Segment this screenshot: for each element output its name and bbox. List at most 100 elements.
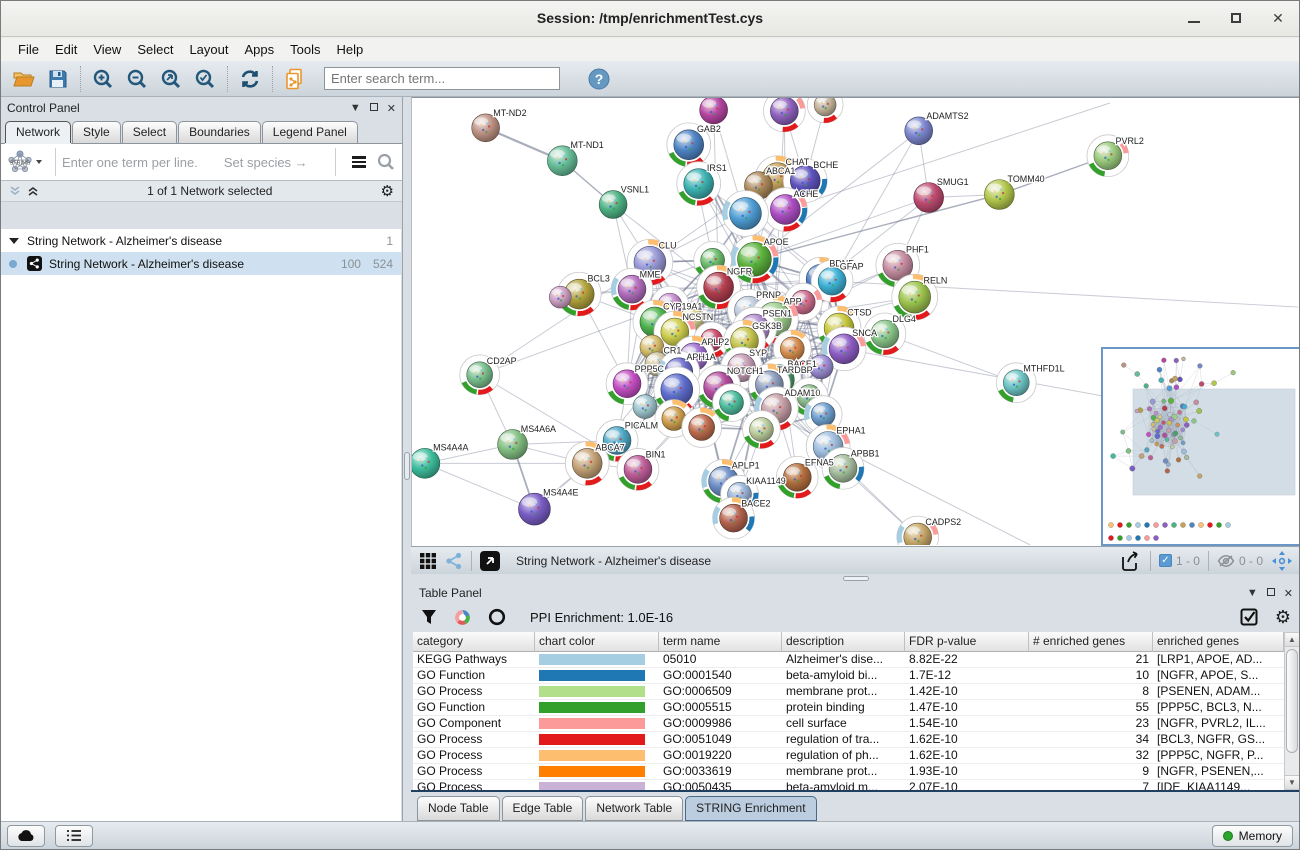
network-tree-row[interactable]: String Network - Alzheimer's disease1005… — [1, 252, 401, 275]
menu-layout[interactable]: Layout — [182, 40, 235, 59]
table-row[interactable]: GO ProcessGO:0051049regulation of tra...… — [413, 732, 1284, 748]
welcome-screen-button[interactable] — [7, 825, 45, 847]
network-tree-row[interactable]: String Network - Alzheimer's disease1 — [1, 229, 401, 252]
expand-all-icon[interactable] — [9, 185, 21, 197]
ring-chart-icon[interactable] — [488, 608, 506, 626]
column-header-description[interactable]: description — [782, 632, 905, 652]
network-node-adamts2[interactable] — [905, 117, 933, 145]
splitter-handle[interactable] — [404, 452, 410, 480]
menu-edit[interactable]: Edit — [48, 40, 84, 59]
tab-node-table[interactable]: Node Table — [417, 796, 500, 821]
float-panel-icon[interactable] — [370, 102, 378, 114]
panel-menu-icon[interactable]: ▼ — [350, 102, 361, 114]
network-node-smug1[interactable] — [914, 183, 944, 213]
scroll-thumb[interactable] — [1286, 649, 1298, 753]
string-options-icon[interactable] — [352, 156, 366, 168]
column-header-chart-color[interactable]: chart color — [535, 632, 659, 652]
select-rows-icon[interactable] — [1240, 608, 1259, 627]
table-row[interactable]: GO FunctionGO:0001540beta-amyloid bi...1… — [413, 668, 1284, 684]
memory-button[interactable]: Memory — [1212, 825, 1293, 847]
tab-boundaries[interactable]: Boundaries — [178, 121, 261, 143]
network-node-vsnl1[interactable] — [599, 191, 627, 219]
collapse-triangle-icon[interactable] — [9, 238, 19, 244]
column-header-enriched-genes[interactable]: enriched genes — [1153, 632, 1284, 652]
tab-edge-table[interactable]: Edge Table — [502, 796, 584, 821]
menu-select[interactable]: Select — [130, 40, 180, 59]
panel-menu-icon[interactable]: ▼ — [1247, 587, 1258, 599]
table-row[interactable]: KEGG Pathways05010Alzheimer's dise...8.8… — [413, 652, 1284, 668]
network-node-tomm40[interactable] — [984, 180, 1014, 210]
collapse-all-icon[interactable] — [27, 185, 39, 197]
table-scrollbar[interactable]: ▲ ▼ — [1284, 632, 1300, 790]
network-node[interactable] — [633, 395, 657, 419]
menu-file[interactable]: File — [11, 40, 46, 59]
search-input[interactable] — [324, 67, 560, 90]
refresh-network-button[interactable] — [233, 64, 267, 94]
close-panel-icon[interactable]: ✕ — [387, 102, 396, 115]
gear-icon[interactable]: ⚙ — [1275, 608, 1291, 626]
scroll-down-icon[interactable]: ▼ — [1285, 775, 1299, 789]
birdseye-view[interactable] — [1101, 347, 1300, 546]
tab-network-table[interactable]: Network Table — [585, 796, 683, 821]
detach-view-button[interactable] — [480, 551, 500, 571]
task-history-button[interactable] — [55, 825, 93, 847]
network-node[interactable] — [763, 98, 805, 132]
network-node-ms4a4e[interactable] — [519, 493, 551, 525]
menu-help[interactable]: Help — [330, 40, 371, 59]
share-view-icon[interactable] — [445, 552, 463, 570]
set-species-link[interactable]: Set species → — [224, 155, 329, 170]
scroll-up-icon[interactable]: ▲ — [1285, 633, 1299, 647]
table-row[interactable]: GO ProcessGO:0019220regulation of ph...1… — [413, 748, 1284, 764]
zoom-fit-button[interactable] — [154, 64, 188, 94]
network-node-ms4a4a[interactable] — [412, 448, 440, 478]
table-row[interactable]: GO ProcessGO:0033619membrane prot...1.93… — [413, 764, 1284, 780]
minimize-button[interactable] — [1183, 7, 1205, 29]
string-search-icon[interactable] — [376, 152, 396, 172]
tab-network[interactable]: Network — [5, 121, 71, 143]
gear-icon[interactable]: ⚙ — [381, 184, 394, 199]
column-header--enriched-genes[interactable]: # enriched genes — [1029, 632, 1153, 652]
menu-apps[interactable]: Apps — [238, 40, 282, 59]
vertical-splitter[interactable] — [403, 97, 411, 821]
clone-network-button[interactable] — [278, 64, 312, 94]
network-node[interactable] — [723, 191, 769, 237]
string-logo-icon[interactable]: STRING — [7, 149, 49, 175]
menu-view[interactable]: View — [86, 40, 128, 59]
column-header-fdr-p-value[interactable]: FDR p-value — [905, 632, 1029, 652]
network-node[interactable] — [807, 98, 843, 123]
table-row[interactable]: GO ProcessGO:0050435beta-amyloid m...2.0… — [413, 780, 1284, 790]
network-node[interactable] — [549, 286, 571, 308]
column-header-term-name[interactable]: term name — [659, 632, 782, 652]
chart-color-icon[interactable] — [453, 608, 472, 627]
table-row[interactable]: GO ComponentGO:0009986cell surface1.54E-… — [413, 716, 1284, 732]
string-query-input[interactable]: Enter one term per line. — [62, 155, 198, 170]
column-header-category[interactable]: category — [413, 632, 535, 652]
network-canvas[interactable]: MT-ND2ADAMTS2GAB2PVRL2MT-ND1CHATBCHEIRS1… — [411, 97, 1300, 546]
export-image-icon[interactable] — [1120, 551, 1142, 571]
tab-legend-panel[interactable]: Legend Panel — [262, 121, 358, 143]
network-node[interactable] — [682, 408, 722, 448]
save-session-button[interactable] — [41, 64, 75, 94]
close-panel-icon[interactable]: ✕ — [1284, 587, 1293, 600]
grid-view-icon[interactable] — [419, 552, 437, 570]
table-row[interactable]: GO FunctionGO:0005515protein binding1.47… — [413, 700, 1284, 716]
horizontal-splitter[interactable] — [411, 574, 1300, 584]
tab-string-enrichment[interactable]: STRING Enrichment — [685, 796, 816, 821]
tab-select[interactable]: Select — [122, 121, 177, 143]
network-node[interactable] — [743, 411, 781, 449]
zoom-out-button[interactable] — [120, 64, 154, 94]
menu-tools[interactable]: Tools — [283, 40, 327, 59]
splitter-handle[interactable] — [843, 576, 869, 581]
float-panel-icon[interactable] — [1267, 587, 1275, 599]
table-row[interactable]: GO ProcessGO:0006509membrane prot...1.42… — [413, 684, 1284, 700]
network-node-mt-nd1[interactable] — [547, 146, 577, 176]
zoom-in-button[interactable] — [86, 64, 120, 94]
network-node-mt-nd2[interactable] — [472, 114, 500, 142]
maximize-button[interactable] — [1225, 7, 1247, 29]
help-button[interactable]: ? — [582, 64, 616, 94]
network-node[interactable] — [700, 98, 728, 124]
filter-icon[interactable] — [421, 609, 437, 626]
open-session-button[interactable] — [7, 64, 41, 94]
close-button[interactable]: ✕ — [1267, 7, 1289, 29]
tab-style[interactable]: Style — [72, 121, 121, 143]
